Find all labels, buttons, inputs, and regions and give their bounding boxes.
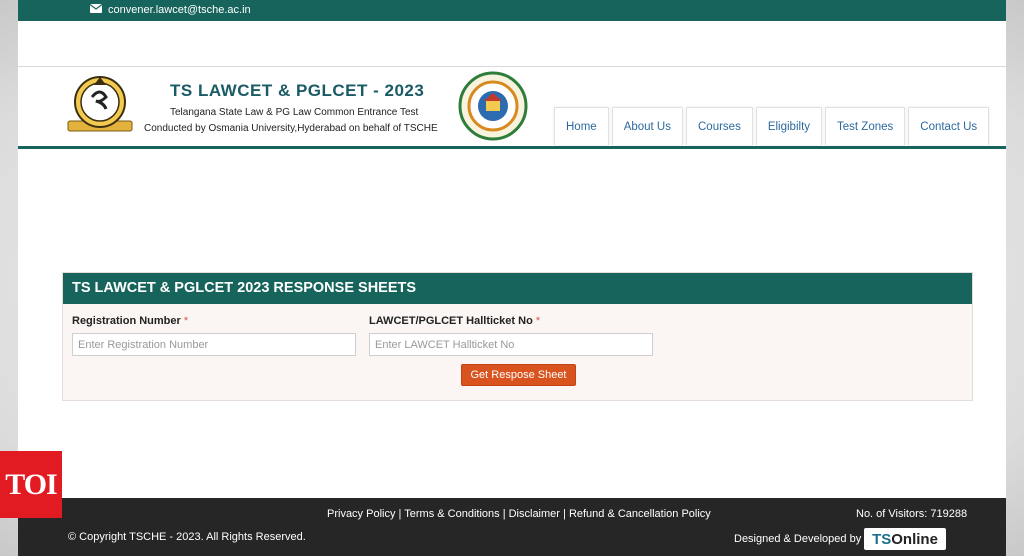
top-bar: convener.lawcet@tsche.ac.in — [18, 0, 1006, 21]
nav-home[interactable]: Home — [554, 107, 609, 145]
registration-number-input[interactable] — [72, 333, 356, 356]
footer-links: Privacy Policy | Terms & Conditions | Di… — [327, 508, 711, 520]
nav-courses[interactable]: Courses — [686, 107, 753, 145]
nav-about-us[interactable]: About Us — [611, 107, 683, 145]
toi-watermark-logo: TOI — [0, 451, 62, 518]
nav-contact-us[interactable]: Contact Us — [908, 107, 990, 145]
tsonline-logo[interactable]: TS Online — [864, 528, 946, 550]
terms-conditions-link[interactable]: Terms & Conditions — [404, 508, 499, 520]
required-marker: * — [535, 315, 541, 327]
nav-test-zones[interactable]: Test Zones — [825, 107, 906, 145]
site-subtitle: Telangana State Law & PG Law Common Entr… — [170, 107, 419, 118]
osmania-university-logo[interactable] — [62, 75, 138, 137]
get-response-sheet-button[interactable]: Get Respose Sheet — [461, 364, 576, 386]
hallticket-input[interactable] — [369, 333, 653, 356]
refund-cancellation-link[interactable]: Refund & Cancellation Policy — [569, 508, 711, 520]
tsonline-logo-online: Online — [891, 530, 938, 548]
site-title: TS LAWCET & PGLCET - 2023 — [170, 81, 425, 100]
hallticket-label: LAWCET/PGLCET Hallticket No * — [369, 315, 540, 327]
nav-eligibility[interactable]: Eligibilty — [755, 107, 823, 145]
response-sheet-panel: TS LAWCET & PGLCET 2023 RESPONSE SHEETS … — [62, 272, 973, 401]
panel-heading: TS LAWCET & PGLCET 2023 RESPONSE SHEETS — [63, 273, 972, 304]
required-marker: * — [183, 315, 189, 327]
visitor-count: No. of Visitors: 719288 — [856, 508, 968, 520]
page-frame: convener.lawcet@tsche.ac.in TS LAWCET & … — [18, 0, 1006, 556]
tsche-logo[interactable] — [458, 71, 528, 141]
designed-by-text: Designed & Developed by — [734, 533, 862, 545]
copyright-text: © Copyright TSCHE - 2023. All Rights Res… — [68, 531, 306, 543]
site-header: TS LAWCET & PGLCET - 2023 Telangana Stat… — [18, 67, 1006, 149]
conducted-by-text: Conducted by Osmania University,Hyderaba… — [144, 123, 438, 134]
site-footer: Privacy Policy | Terms & Conditions | Di… — [18, 498, 1006, 556]
footer-separator: | — [563, 508, 566, 520]
tsonline-logo-ts: TS — [872, 530, 892, 548]
registration-number-label-text: Registration Number — [72, 315, 181, 327]
contact-email[interactable]: convener.lawcet@tsche.ac.in — [108, 4, 251, 17]
hallticket-label-text: LAWCET/PGLCET Hallticket No — [369, 315, 533, 327]
main-nav: Home About Us Courses Eligibilty Test Zo… — [554, 107, 990, 146]
registration-number-label: Registration Number * — [72, 315, 188, 327]
footer-separator: | — [502, 508, 506, 520]
disclaimer-link[interactable]: Disclaimer — [509, 508, 560, 520]
footer-separator: | — [398, 508, 402, 520]
privacy-policy-link[interactable]: Privacy Policy — [327, 508, 395, 520]
mail-icon — [90, 4, 102, 13]
blank-band — [18, 21, 1006, 67]
